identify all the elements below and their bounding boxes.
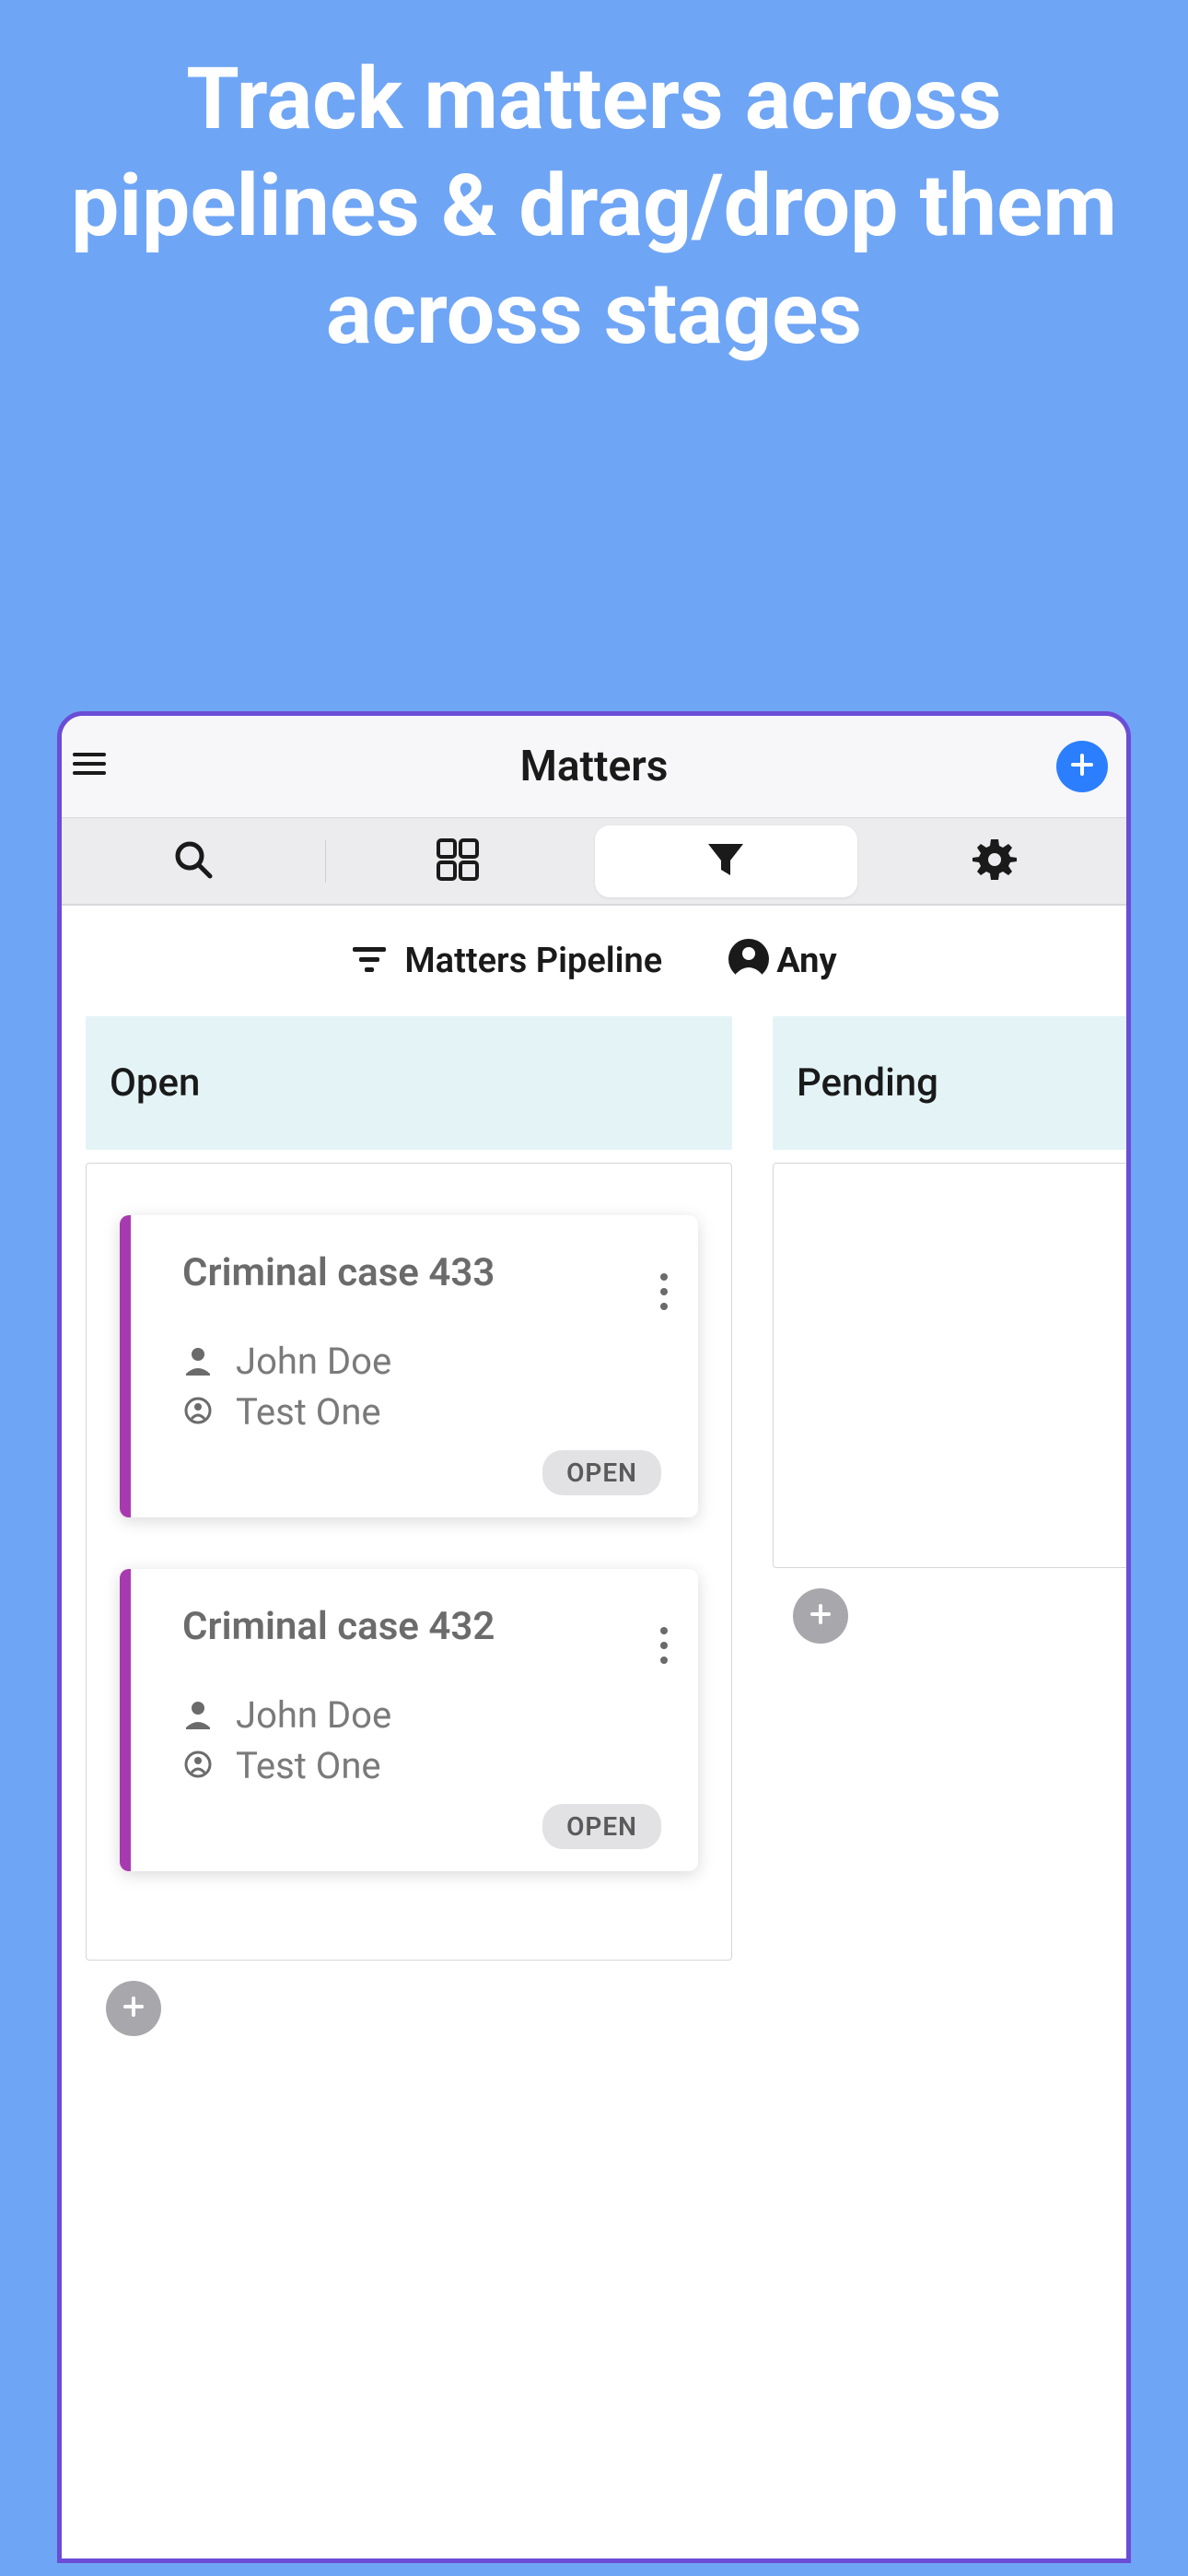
pipeline-label: Matters Pipeline (404, 941, 662, 981)
search-icon (170, 837, 216, 886)
card-client-name: Test One (236, 1744, 381, 1787)
card-menu-button[interactable] (659, 1626, 669, 1669)
grid-view-tab[interactable] (326, 818, 589, 904)
toolbar (62, 817, 1126, 906)
assignee-label: Any (776, 941, 836, 981)
card-menu-button[interactable] (659, 1272, 669, 1315)
column-body[interactable] (773, 1163, 1126, 1568)
card-title: Criminal case 432 (182, 1604, 661, 1649)
assignee-filter[interactable]: Any (727, 937, 836, 985)
app-header: Matters (62, 716, 1126, 817)
person-icon (182, 1698, 214, 1733)
card-client-name: Test One (236, 1390, 381, 1434)
menu-button[interactable] (73, 751, 106, 780)
plus-icon (120, 1993, 147, 2024)
card-person-row: John Doe (182, 1340, 661, 1383)
search-tab[interactable] (62, 818, 325, 904)
card-client-row: Test One (182, 1744, 661, 1787)
kanban-board: Open Criminal case 433 John Doe (62, 1016, 1126, 2036)
pipeline-selector[interactable]: Matters Pipeline (351, 941, 662, 981)
settings-tab[interactable] (863, 818, 1126, 904)
page-title: Matters (80, 742, 1108, 791)
column-header: Pending (773, 1016, 1126, 1150)
filter-row: Matters Pipeline Any (62, 906, 1126, 1016)
more-vertical-icon (659, 1297, 669, 1315)
person-icon (182, 1344, 214, 1379)
app-window: Matters (57, 711, 1131, 2563)
client-icon (182, 1395, 214, 1430)
status-badge: OPEN (542, 1804, 661, 1849)
matter-card[interactable]: Criminal case 432 John Doe Test One (120, 1569, 698, 1871)
add-card-button[interactable] (106, 1981, 161, 2036)
card-client-row: Test One (182, 1390, 661, 1434)
hamburger-icon (73, 763, 106, 780)
card-person-name: John Doe (236, 1693, 391, 1737)
matter-card[interactable]: Criminal case 433 John Doe Test One (120, 1215, 698, 1517)
column-open: Open Criminal case 433 John Doe (86, 1016, 732, 2036)
promo-heading: Track matters across pipelines & drag/dr… (0, 0, 1188, 368)
filter-list-icon (351, 943, 388, 978)
add-matter-button[interactable] (1056, 741, 1108, 792)
column-pending: Pending (773, 1016, 1126, 2036)
card-title: Criminal case 433 (182, 1250, 661, 1295)
add-card-button[interactable] (793, 1588, 848, 1644)
grid-icon (431, 833, 484, 890)
client-icon (182, 1749, 214, 1784)
status-badge: OPEN (542, 1450, 661, 1495)
card-person-name: John Doe (236, 1340, 391, 1383)
card-person-row: John Doe (182, 1693, 661, 1737)
column-header: Open (86, 1016, 732, 1150)
gear-icon (972, 837, 1018, 886)
more-vertical-icon (659, 1651, 669, 1669)
plus-icon (1068, 751, 1096, 782)
filter-tab[interactable] (595, 825, 858, 897)
column-body[interactable]: Criminal case 433 John Doe Test One (86, 1163, 732, 1961)
user-circle-icon (727, 937, 771, 985)
funnel-icon (703, 837, 749, 886)
plus-icon (807, 1600, 834, 1632)
